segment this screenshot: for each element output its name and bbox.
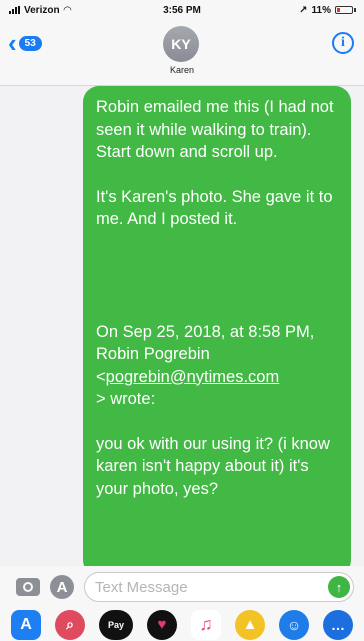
battery-percent: 11%	[311, 4, 331, 16]
music-icon[interactable]: ♫	[191, 609, 221, 640]
info-button[interactable]: i	[332, 32, 354, 54]
digital-touch-icon[interactable]: ♥	[147, 609, 177, 640]
app-drawer: A ⌕ Pay ♥ ♫ ▲ ☺ …	[0, 608, 364, 641]
contact-avatar[interactable]: KY	[163, 26, 199, 62]
carrier-label: Verizon	[24, 4, 60, 16]
message-paragraph: Robin emailed me this (I had not seen it…	[96, 98, 334, 161]
quoted-wrote: > wrote:	[96, 390, 156, 408]
sent-message-bubble[interactable]: Robin emailed me this (I had not seen it…	[83, 86, 351, 566]
apple-pay-icon[interactable]: Pay	[99, 609, 133, 640]
battery-tip	[354, 8, 356, 12]
email-open-bracket: <	[96, 367, 106, 386]
emoji-icon[interactable]: ☺	[279, 609, 309, 640]
status-bar: Verizon ◠ 3:56 PM ↗ 11%	[0, 0, 364, 20]
wifi-icon: ◠	[63, 4, 72, 16]
quoted-header: On Sep 25, 2018, at 8:58 PM, Robin Pogre…	[96, 321, 339, 411]
image-search-icon[interactable]: ⌕	[55, 609, 85, 640]
status-left: Verizon ◠	[9, 5, 71, 16]
message-thread[interactable]: Robin emailed me this (I had not seen it…	[0, 86, 364, 566]
app-store-icon[interactable]: A	[50, 575, 74, 599]
app-store-drawer-icon[interactable]: A	[11, 609, 41, 640]
animoji-icon[interactable]: ▲	[235, 609, 265, 640]
compose-bar: A Text Message ↑	[0, 566, 364, 608]
camera-icon[interactable]	[16, 578, 40, 596]
email-link[interactable]: pogrebin@nytimes.com	[106, 368, 280, 386]
conversation-header: ‹ 53 KY Karen i	[0, 20, 364, 86]
quoted-header-line: On Sep 25, 2018, at 8:58 PM, Robin Pogre…	[96, 322, 315, 364]
info-icon: i	[341, 35, 345, 50]
more-apps-icon[interactable]: …	[323, 609, 353, 640]
message-input-placeholder: Text Message	[95, 578, 188, 596]
location-icon: ↗	[299, 4, 308, 16]
back-button[interactable]: ‹ 53	[8, 28, 42, 58]
message-input[interactable]: Text Message ↑	[84, 572, 354, 602]
message-paragraph: It's Karen's photo. She gave it to me. A…	[96, 187, 333, 229]
chevron-left-icon: ‹	[8, 28, 17, 58]
signal-icon	[9, 6, 20, 14]
battery-icon	[335, 6, 353, 14]
message-paragraph: you ok with our using it? (i know karen …	[96, 434, 330, 498]
status-right: ↗ 11%	[299, 5, 356, 16]
unread-count-badge: 53	[18, 35, 42, 51]
send-arrow-icon[interactable]: ↑	[328, 576, 350, 598]
contact-name[interactable]: Karen	[0, 65, 364, 75]
